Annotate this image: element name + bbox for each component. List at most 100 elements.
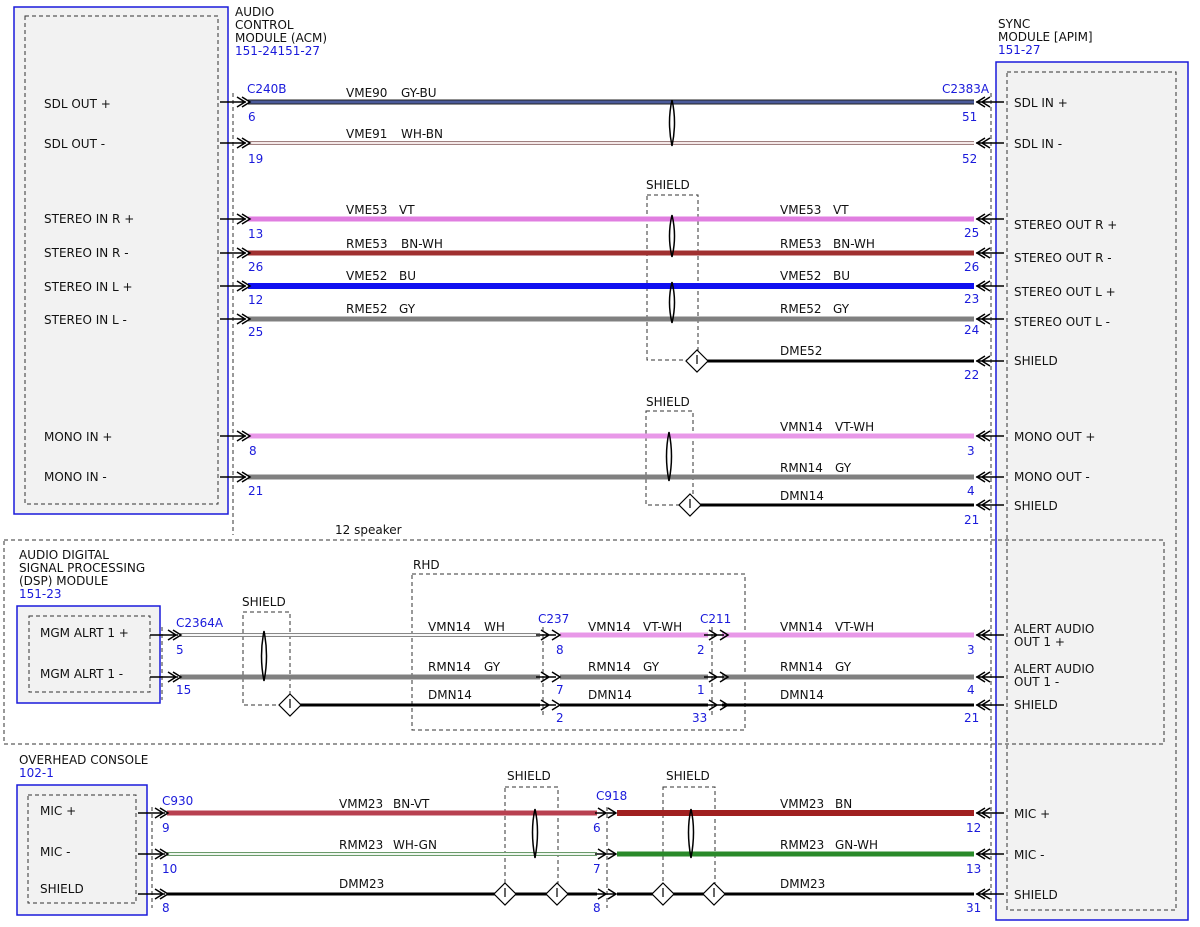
wire-color: BU xyxy=(399,269,416,283)
pin-number: 9 xyxy=(162,821,170,835)
wire-color: GY xyxy=(835,660,852,674)
wire-color: BN-WH xyxy=(833,237,875,251)
acm-pin-label: MONO IN - xyxy=(44,470,107,484)
wire-circuit: RME52 xyxy=(346,302,388,316)
pin-number: 5 xyxy=(176,643,184,657)
pin-number: 6 xyxy=(593,821,601,835)
wire-color: GY xyxy=(484,660,501,674)
pin-number: 21 xyxy=(248,484,263,498)
pin-number: 7 xyxy=(556,683,564,697)
shield-label: SHIELD xyxy=(242,595,286,609)
wire-color: WH-BN xyxy=(401,127,443,141)
pin-number: 33 xyxy=(692,711,707,725)
wire-circuit: VME90 xyxy=(346,86,387,100)
wire-circuit: DMN14 xyxy=(428,688,472,702)
wire-color: GY xyxy=(835,461,852,475)
speaker-option-region xyxy=(3,539,1165,745)
overhead-pin-label: SHIELD xyxy=(40,882,84,896)
wire-circuit: DMN14 xyxy=(588,688,632,702)
pin-number: 21 xyxy=(964,513,979,527)
wire-circuit: RMM23 xyxy=(339,838,383,852)
pin-number: 51 xyxy=(962,110,977,124)
pin-number: 25 xyxy=(964,226,979,240)
pin-number: 15 xyxy=(176,683,191,697)
pin-number: 12 xyxy=(248,293,263,307)
pin-number: 26 xyxy=(248,260,263,274)
wire-circuit: DMN14 xyxy=(780,489,824,503)
pin-number: 8 xyxy=(249,444,257,458)
rhd-label: RHD xyxy=(413,558,440,572)
wire-color: GN-WH xyxy=(835,838,878,852)
pin-number: 52 xyxy=(962,152,977,166)
wiring-diagram: AUDIO CONTROL MODULE (ACM) 151-24151-27 … xyxy=(3,5,1189,921)
dsp-pin-label: MGM ALRT 1 + xyxy=(40,626,129,640)
pin-number: 22 xyxy=(964,368,979,382)
pin-number: 23 xyxy=(964,292,979,306)
pin-number: 3 xyxy=(967,444,975,458)
rhd-region xyxy=(411,573,746,731)
apim-module[interactable] xyxy=(995,61,1189,921)
wire-color: BN xyxy=(835,797,852,811)
wire-circuit: RMN14 xyxy=(588,660,631,674)
pin-number: 3 xyxy=(967,643,975,657)
dsp-module[interactable] xyxy=(16,605,161,704)
shield-label: SHIELD xyxy=(646,178,690,192)
wire-color: VT xyxy=(399,203,415,217)
apim-pin-label: SHIELD xyxy=(1014,354,1058,368)
apim-pin-label: SDL IN + xyxy=(1014,96,1068,110)
wire-circuit: VMM23 xyxy=(780,797,824,811)
dsp-title-line: (DSP) MODULE xyxy=(19,574,108,588)
pin-number: 8 xyxy=(593,901,601,915)
dsp-pin-label: MGM ALRT 1 - xyxy=(40,667,123,681)
wire-color: BN-WH xyxy=(401,237,443,251)
wire-color: GY xyxy=(643,660,660,674)
pin-number: 2 xyxy=(556,711,564,725)
wire-circuit: RME53 xyxy=(780,237,822,251)
acm-pin-label: STEREO IN L + xyxy=(44,280,133,294)
wire-color: BU xyxy=(833,269,850,283)
apim-pin-label: STEREO OUT R - xyxy=(1014,251,1112,265)
pin-number: 21 xyxy=(964,711,979,725)
pin-number: 4 xyxy=(967,683,975,697)
wire-circuit: VME53 xyxy=(346,203,387,217)
dsp-reference: 151-23 xyxy=(19,587,62,601)
wire-color: GY-BU xyxy=(401,86,437,100)
pin-number: 13 xyxy=(248,227,263,241)
acm-pin-label: STEREO IN R - xyxy=(44,246,129,260)
connector-id: C240B xyxy=(247,82,287,96)
shield-box xyxy=(645,410,694,506)
wire-color: VT-WH xyxy=(643,620,682,634)
acm-reference: 151-24151-27 xyxy=(235,44,320,58)
connector-id: C211 xyxy=(700,612,731,626)
apim-title-line: SYNC xyxy=(998,17,1030,31)
apim-pin-label: STEREO OUT L + xyxy=(1014,285,1116,299)
overhead-reference: 102-1 xyxy=(19,766,54,780)
overhead-pin-label: MIC - xyxy=(40,845,70,859)
pin-number: 4 xyxy=(967,484,975,498)
pin-number: 1 xyxy=(697,683,705,697)
wire-color: GY xyxy=(833,302,850,316)
wire-color: VT-WH xyxy=(835,620,874,634)
shield-label: SHIELD xyxy=(507,769,551,783)
acm-title-line: MODULE (ACM) xyxy=(235,31,327,45)
wire-circuit: VMN14 xyxy=(428,620,471,634)
pin-number: 13 xyxy=(966,862,981,876)
acm-pin-label: SDL OUT + xyxy=(44,97,111,111)
wire-circuit: VME53 xyxy=(780,203,821,217)
pin-number: 26 xyxy=(964,260,979,274)
overhead-title-line: OVERHEAD CONSOLE xyxy=(19,753,148,767)
wire-circuit: VMN14 xyxy=(588,620,631,634)
dsp-title-line: SIGNAL PROCESSING xyxy=(19,561,145,575)
apim-title-line: MODULE [APIM] xyxy=(998,30,1093,44)
pin-number: 19 xyxy=(248,152,263,166)
acm-pin-label: STEREO IN R + xyxy=(44,212,134,226)
apim-pin-label: SHIELD xyxy=(1014,499,1058,513)
acm-pin-label: STEREO IN L - xyxy=(44,313,127,327)
acm-pin-label: SDL OUT - xyxy=(44,137,105,151)
apim-pin-label: MONO OUT + xyxy=(1014,430,1095,444)
overhead-pin-label: MIC + xyxy=(40,804,76,818)
connector-id: C2364A xyxy=(176,616,224,630)
wire-circuit: RMM23 xyxy=(780,838,824,852)
apim-reference: 151-27 xyxy=(998,43,1041,57)
pin-number: 2 xyxy=(697,643,705,657)
